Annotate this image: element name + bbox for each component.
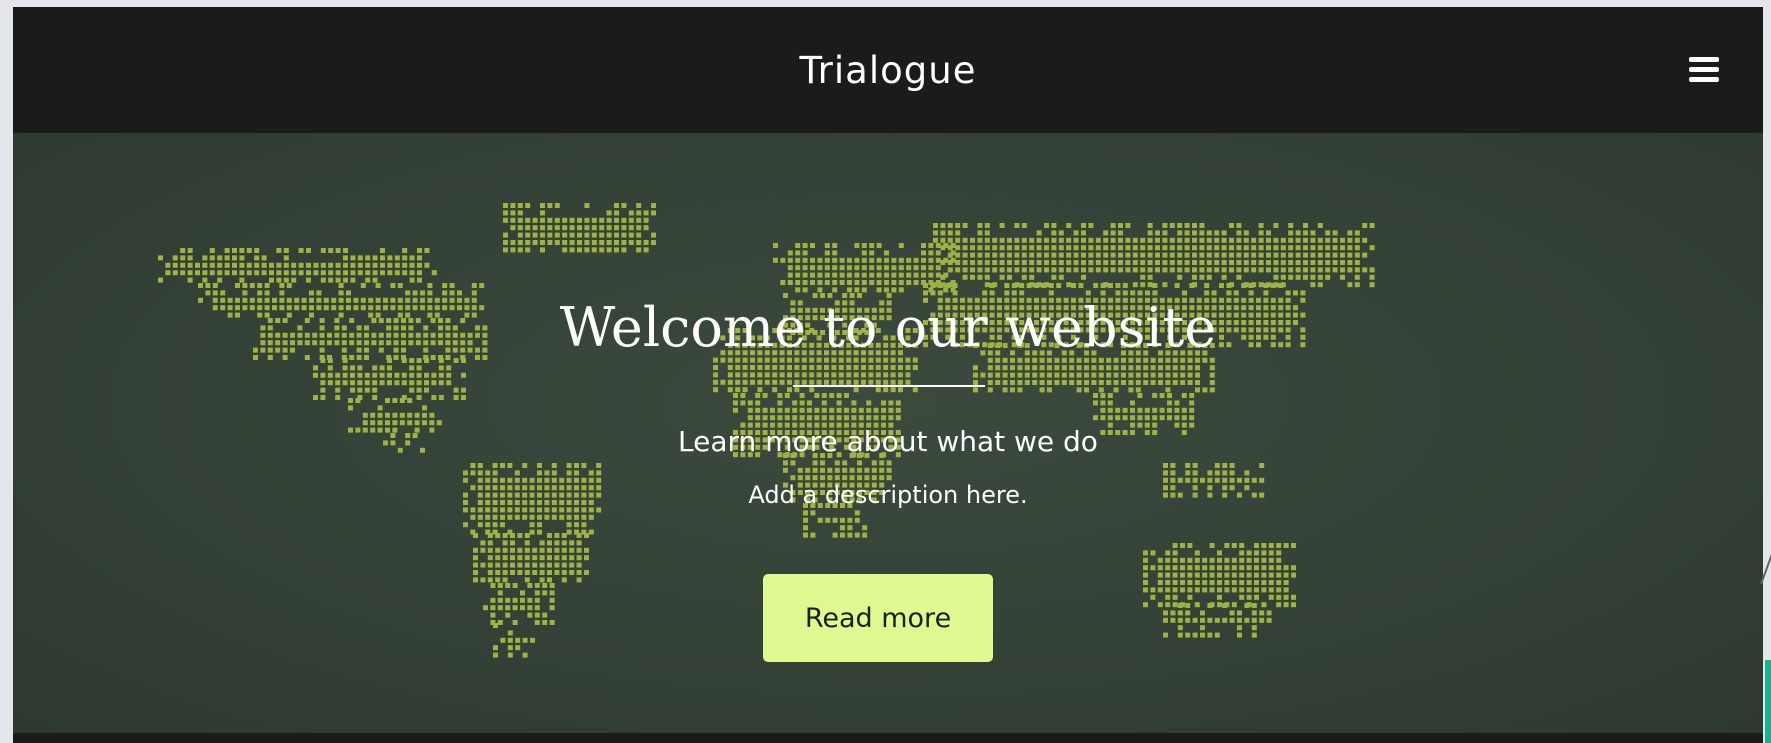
title-divider bbox=[793, 385, 985, 387]
hamburger-menu-icon[interactable] bbox=[1689, 57, 1719, 83]
next-section-edge bbox=[13, 733, 1763, 743]
site-header: Trialogue bbox=[13, 7, 1763, 133]
hero-title: Welcome to our website bbox=[559, 296, 1217, 359]
side-accent-strip bbox=[1765, 660, 1771, 743]
read-more-button[interactable]: Read more bbox=[763, 574, 993, 662]
hero-description: Add a description here. bbox=[748, 481, 1028, 509]
hero-content: Welcome to our website Learn more about … bbox=[13, 133, 1763, 733]
site-brand[interactable]: Trialogue bbox=[13, 49, 1763, 92]
browser-viewport: Trialogue Welcome to our website Learn m… bbox=[13, 7, 1763, 743]
hero-section: Welcome to our website Learn more about … bbox=[13, 133, 1763, 733]
hero-subtitle: Learn more about what we do bbox=[678, 425, 1098, 458]
